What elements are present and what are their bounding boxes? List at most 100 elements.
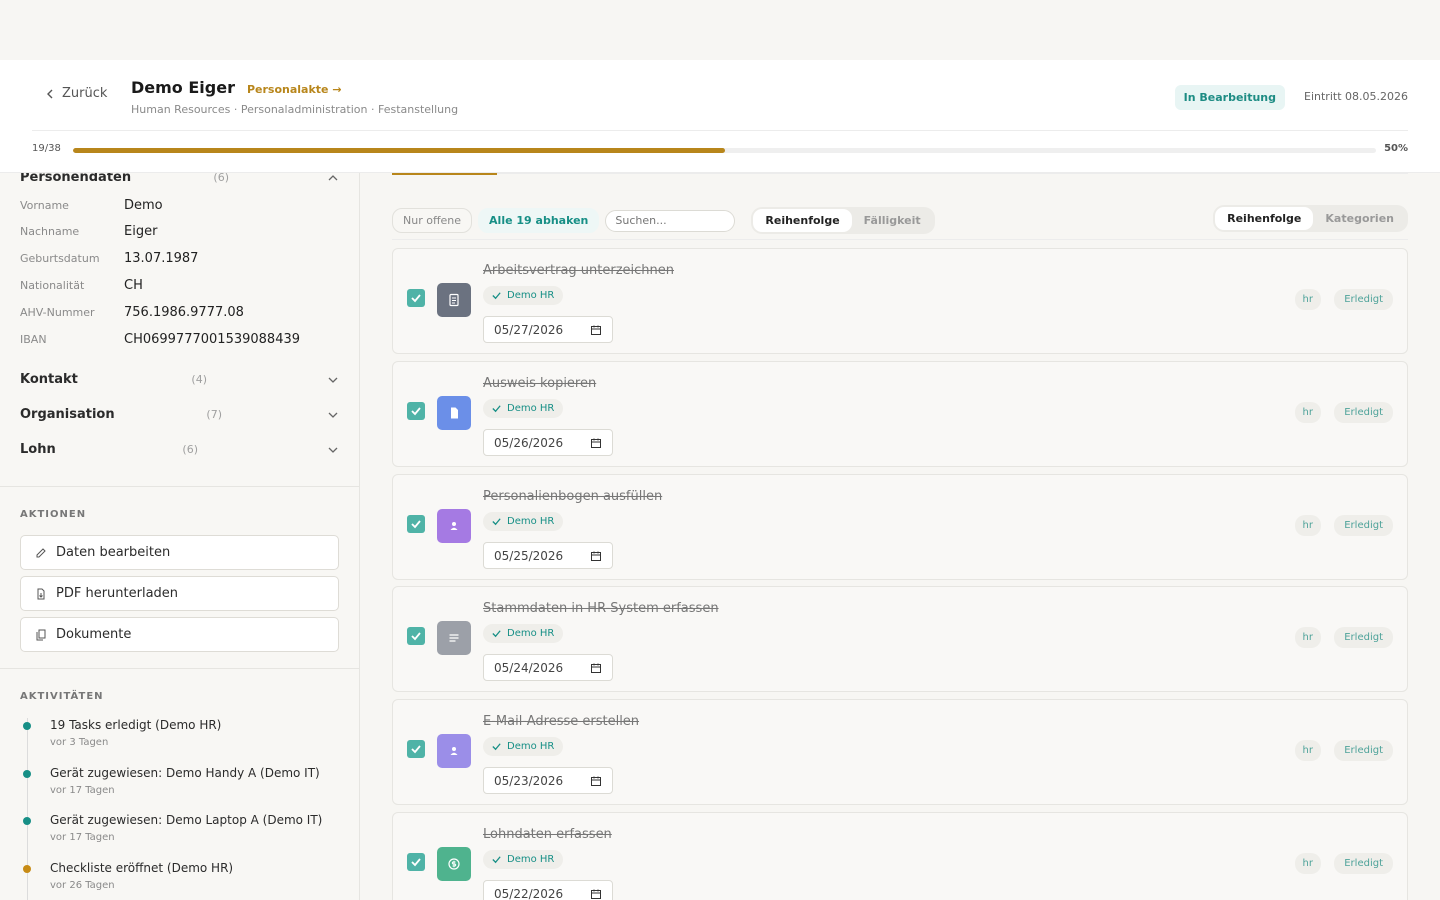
entry-date: Eintritt 08.05.2026 [1304, 90, 1408, 103]
task-assignee: Demo HR [483, 512, 564, 531]
assignee-name: Demo HR [507, 628, 555, 639]
progress-bar [73, 148, 1376, 153]
activity-item: 19 Tasks erledigt (Demo HR) vor 3 Tagen [23, 718, 221, 748]
check-icon [411, 632, 421, 641]
task-tag: hr [1294, 289, 1321, 310]
date-value: 05/27/2026 [494, 322, 564, 337]
task-date-input[interactable]: 05/25/2026 [483, 542, 613, 569]
field-label: Nachname [20, 225, 80, 238]
field-value: Demo [124, 198, 163, 213]
task-checkbox[interactable] [407, 515, 425, 533]
header-divider [32, 130, 1408, 131]
assignee-name: Demo HR [507, 403, 555, 414]
check-icon [492, 743, 501, 751]
activity-text: Checkliste eröffnet (Demo HR) [50, 861, 234, 875]
chevron-up-icon [328, 174, 338, 180]
section-count: (4) [191, 373, 207, 386]
task-name: Lohndaten erfassen [483, 827, 612, 842]
actions-caption: AKTIONEN [20, 509, 87, 520]
contract-icon [449, 293, 459, 307]
check-all-button[interactable]: Alle 19 abhaken [478, 208, 600, 233]
task-tag: hr [1294, 402, 1321, 423]
page-header: Zurück Demo Eiger Personalakte → Human R… [0, 60, 1440, 173]
task-date-input[interactable]: 05/27/2026 [483, 316, 613, 343]
chevron-down-icon [328, 377, 338, 383]
task-icon-box [437, 621, 471, 655]
section-title: Lohn [20, 442, 56, 457]
task-date-input[interactable]: 05/26/2026 [483, 429, 613, 456]
section-count: (6) [182, 443, 198, 456]
activity-item: Gerät zugewiesen: Demo Handy A (Demo IT)… [23, 766, 320, 796]
task-date-input[interactable]: 05/24/2026 [483, 654, 613, 681]
documents-button[interactable]: Dokumente [20, 617, 339, 652]
task-date-input[interactable]: 05/22/2026 [483, 880, 613, 900]
pdf-download-button[interactable]: PDF herunterladen [20, 576, 339, 611]
task-card: Stammdaten in HR-System erfassen Demo HR… [392, 586, 1408, 692]
task-name: Stammdaten in HR-System erfassen [483, 601, 719, 616]
task-assignee: Demo HR [483, 737, 564, 756]
back-label: Zurück [62, 86, 108, 101]
field-label: AHV-Nummer [20, 306, 95, 319]
status-badge: In Bearbeitung [1174, 85, 1285, 110]
activity-text: Gerät zugewiesen: Demo Handy A (Demo IT) [50, 766, 320, 780]
user-icon [450, 522, 458, 530]
section-organisation[interactable]: Organisation (7) [20, 407, 339, 422]
only-open-filter[interactable]: Nur offene [392, 208, 473, 233]
view-order-button[interactable]: Reihenfolge [1215, 207, 1314, 230]
sidebar-divider [0, 668, 359, 669]
field-nachname: Nachname Eiger [20, 224, 157, 239]
task-tag: hr [1294, 740, 1321, 761]
check-icon [411, 520, 421, 529]
section-kontakt[interactable]: Kontakt (4) [20, 372, 339, 387]
list-icon [449, 634, 459, 642]
personalakte-link[interactable]: Personalakte → [247, 83, 342, 96]
field-value: Eiger [124, 224, 158, 239]
activity-dot [23, 817, 31, 825]
sidebar: Personendaten (6) Vorname Demo Nachname … [0, 173, 360, 900]
field-label: IBAN [20, 333, 47, 346]
active-tab-indicator [392, 173, 497, 175]
task-checkbox[interactable] [407, 853, 425, 871]
title-block: Demo Eiger Personalakte → Human Resource… [131, 78, 458, 116]
progress-percent: 50% [1384, 143, 1408, 154]
check-icon [411, 407, 421, 416]
activity-item: Checkliste eröffnet (Demo HR) vor 26 Tag… [23, 861, 234, 891]
sort-due-button[interactable]: Fälligkeit [852, 209, 933, 232]
section-title: Personendaten [20, 173, 132, 185]
activities-caption: AKTIVITÄTEN [20, 691, 104, 702]
page-title: Demo Eiger [131, 78, 235, 97]
field-geburtsdatum: Geburtsdatum 13.07.1987 [20, 251, 198, 266]
chevron-down-icon [328, 412, 338, 418]
task-name: E-Mail-Adresse erstellen [483, 714, 640, 729]
task-checkbox[interactable] [407, 740, 425, 758]
back-button[interactable]: Zurück [44, 86, 107, 101]
user-icon [450, 747, 458, 755]
activity-dot [23, 722, 31, 730]
task-status: Erledigt [1334, 740, 1393, 761]
task-card: Ausweis kopieren Demo HR 05/26/2026 hr E… [392, 361, 1408, 467]
activity-dot [23, 770, 31, 778]
section-lohn[interactable]: Lohn (6) [20, 442, 339, 457]
page-subtitle: Human Resources · Personaladministration… [131, 103, 459, 116]
check-icon [492, 518, 501, 526]
button-label: Dokumente [56, 627, 132, 642]
task-checkbox[interactable] [407, 627, 425, 645]
task-card: Arbeitsvertrag unterzeichnen Demo HR 05/… [392, 248, 1408, 354]
view-categories-button[interactable]: Kategorien [1313, 207, 1406, 230]
task-date-input[interactable]: 05/23/2026 [483, 767, 613, 794]
sort-order-button[interactable]: Reihenfolge [753, 209, 852, 232]
calendar-icon [591, 663, 601, 673]
task-status: Erledigt [1334, 853, 1393, 874]
activity-dot [23, 865, 31, 873]
field-value: 756.1986.9777.08 [124, 305, 244, 320]
task-card: Lohndaten erfassen Demo HR 05/22/2026 hr… [392, 812, 1408, 900]
task-checkbox[interactable] [407, 289, 425, 307]
progress-fill [73, 148, 725, 153]
task-icon-box [437, 283, 471, 317]
edit-data-button[interactable]: Daten bearbeiten [20, 535, 339, 570]
section-personendaten[interactable]: Personendaten (6) [20, 173, 339, 185]
search-input[interactable] [605, 209, 736, 232]
task-checkbox[interactable] [407, 402, 425, 420]
chevron-left-icon [47, 89, 53, 98]
task-tag: hr [1294, 627, 1321, 648]
